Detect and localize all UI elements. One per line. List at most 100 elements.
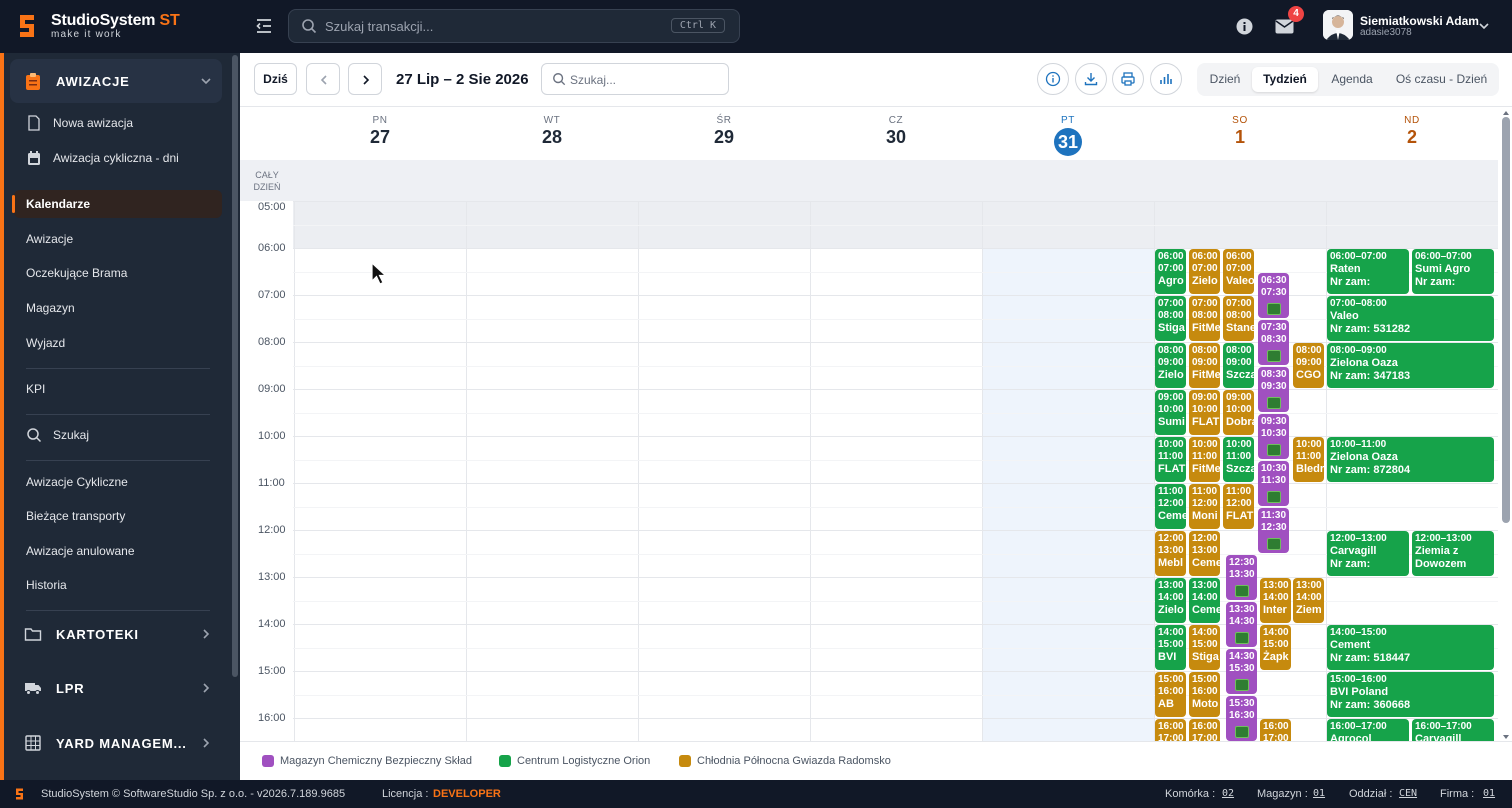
calendar-event[interactable]: 07:30 08:30 xyxy=(1258,319,1289,365)
calendar-event[interactable]: 14:00 15:00 BVI xyxy=(1155,625,1186,670)
time-grid[interactable]: 05:00 06:00 07:00 08:00 09:00 10:00 11:00 12:00… xyxy=(240,201,1498,741)
all-day-row[interactable]: CAŁY DZIEŃ xyxy=(240,160,1498,201)
info-icon[interactable] xyxy=(1236,18,1253,35)
calendar-event[interactable]: 16:00 17:00 xyxy=(1189,719,1220,741)
calendar-event[interactable]: 07:00 08:00 Stiga xyxy=(1155,296,1186,341)
calendar-event[interactable]: 12:30 13:30 xyxy=(1226,554,1257,600)
day-header-today[interactable]: PT 31 xyxy=(982,107,1154,160)
print-button[interactable] xyxy=(1112,63,1144,95)
calendar-event[interactable]: 13:30 14:30 xyxy=(1226,601,1257,647)
collapse-sidebar-icon[interactable] xyxy=(254,16,274,36)
calendar-event[interactable]: 10:00–11:00 Zielona Oaza Nr zam: 872804 xyxy=(1327,437,1494,482)
sidebar-scrollbar[interactable] xyxy=(232,55,238,677)
sidebar-item-szukaj[interactable]: Szukaj xyxy=(14,421,222,449)
calendar-event[interactable]: 15:00 16:00 AB xyxy=(1155,672,1186,717)
day-header[interactable]: ŚR 29 xyxy=(638,107,810,160)
calendar-event[interactable]: 11:30 12:30 xyxy=(1258,507,1289,553)
calendar-event[interactable]: 14:00 15:00 Żapk xyxy=(1260,625,1291,670)
sidebar-group-kartoteki[interactable]: KARTOTEKI xyxy=(10,612,222,656)
day-header[interactable]: CZ 30 xyxy=(810,107,982,160)
calendar-event[interactable]: 13:00 14:00 Ceme xyxy=(1189,578,1220,623)
chevron-down-icon[interactable] xyxy=(1478,20,1490,32)
sidebar-group-lpr[interactable]: LPR xyxy=(10,666,222,710)
calendar-event[interactable]: 09:00 10:00 FLAT xyxy=(1189,390,1220,435)
calendar-event[interactable]: 13:00 14:00 Ziem xyxy=(1293,578,1324,623)
cell-value[interactable]: 02 xyxy=(1222,788,1234,799)
view-day-tab[interactable]: Dzień xyxy=(1203,67,1247,92)
day-header[interactable]: WT 28 xyxy=(466,107,638,160)
calendar-event[interactable]: 08:00–09:00 Zielona Oaza Nr zam: 347183 xyxy=(1327,343,1494,388)
next-week-button[interactable] xyxy=(348,63,382,95)
calendar-event[interactable]: 10:00 11:00 FLAT xyxy=(1155,437,1186,482)
calendar-event[interactable]: 12:00–13:00 Ziemia z Dowozem xyxy=(1412,531,1494,576)
calendar-event[interactable]: 15:30 16:30 xyxy=(1226,695,1257,741)
calendar-event[interactable]: 16:00 17:00 xyxy=(1155,719,1186,741)
calendar-event[interactable]: 10:30 11:30 xyxy=(1258,460,1289,506)
view-agenda-tab[interactable]: Agenda xyxy=(1324,67,1380,92)
branch-value[interactable]: CEN xyxy=(1399,788,1417,799)
sidebar-item-awizacje-anulowane[interactable]: Awizacje anulowane xyxy=(14,537,222,565)
sidebar-item-oczekujace-brama[interactable]: Oczekujące Brama xyxy=(14,259,222,287)
avatar[interactable] xyxy=(1323,10,1353,40)
day-header[interactable]: SO 1 xyxy=(1154,107,1326,160)
calendar-search-input[interactable]: Szukaj... xyxy=(541,63,729,95)
warehouse-value[interactable]: 01 xyxy=(1313,788,1325,799)
global-search-input[interactable]: Szukaj transakcji... Ctrl K xyxy=(288,9,740,43)
user-name[interactable]: Siemiatkowski Adam xyxy=(1360,14,1479,28)
calendar-event[interactable]: 10:00 11:00 Bledr xyxy=(1293,437,1324,482)
calendar-event[interactable]: 14:00 15:00 Stiga xyxy=(1189,625,1220,670)
day-header[interactable]: PN 27 xyxy=(294,107,466,160)
calendar-event[interactable]: 12:00–13:00 Carvagill Nr zam: xyxy=(1327,531,1409,576)
calendar-event[interactable]: 07:00 08:00 FitMe xyxy=(1189,296,1220,341)
calendar-event[interactable]: 15:00–16:00 BVI Poland Nr zam: 360668 xyxy=(1327,672,1494,717)
calendar-event[interactable]: 16:00–17:00 Carvagill xyxy=(1412,719,1494,741)
calendar-event[interactable]: 10:00 11:00 FitMe xyxy=(1189,437,1220,482)
calendar-event[interactable]: 12:00 13:00 Mebl xyxy=(1155,531,1186,576)
calendar-scrollbar[interactable] xyxy=(1502,107,1510,743)
today-button[interactable]: Dziś xyxy=(254,63,297,95)
view-timeline-day-tab[interactable]: Oś czasu - Dzień xyxy=(1388,67,1495,92)
calendar-event[interactable]: 10:00 11:00 Szcza xyxy=(1223,437,1254,482)
sidebar-item-kpi[interactable]: KPI xyxy=(14,375,222,403)
calendar-event[interactable]: 09:0010:00Dobra xyxy=(1223,390,1254,435)
sidebar-item-wyjazd[interactable]: Wyjazd xyxy=(14,329,222,357)
calendar-event[interactable]: 11:00 12:00 FLAT xyxy=(1223,484,1254,529)
sidebar-item-historia[interactable]: Historia xyxy=(14,571,222,599)
scroll-up-icon[interactable] xyxy=(1502,109,1510,117)
calendar-event[interactable]: 13:00 14:00 Inter xyxy=(1260,578,1291,623)
company-value[interactable]: 01 xyxy=(1483,788,1495,799)
calendar-event[interactable]: 16:00–17:00 Agrocol xyxy=(1327,719,1409,741)
calendar-event[interactable]: 08:00 09:00 Szcza xyxy=(1223,343,1254,388)
sidebar-item-awizacje[interactable]: Awizacje xyxy=(14,225,222,253)
calendar-event[interactable]: 13:00 14:00 Zielo xyxy=(1155,578,1186,623)
calendar-event[interactable]: 07:00–08:00 Valeo Nr zam: 531282 xyxy=(1327,296,1494,341)
stats-button[interactable] xyxy=(1150,63,1182,95)
mail-icon[interactable] xyxy=(1275,19,1294,34)
calendar-event[interactable]: 06:00 07:00 Zielo xyxy=(1189,249,1220,294)
day-header[interactable]: ND 2 xyxy=(1326,107,1498,160)
studiosystem-logo-icon[interactable] xyxy=(16,12,38,40)
calendar-event[interactable]: 07:00 08:00 Stane xyxy=(1223,296,1254,341)
scroll-down-icon[interactable] xyxy=(1502,733,1510,741)
calendar-event[interactable]: 14:00–15:00 Cement Nr zam: 518447 xyxy=(1327,625,1494,670)
calendar-event[interactable]: 06:00–07:00 Sumi Agro Nr zam: xyxy=(1412,249,1494,294)
sidebar-item-nowa-awizacja[interactable]: Nowa awizacja xyxy=(14,109,222,137)
sidebar-item-awizacje-cykliczne[interactable]: Awizacje Cykliczne xyxy=(14,468,222,496)
calendar-event[interactable]: 08:00 09:00 Zielo xyxy=(1155,343,1186,388)
calendar-event[interactable]: 06:00–07:00 Raten Nr zam: xyxy=(1327,249,1409,294)
calendar-event[interactable]: 08:30 09:30 xyxy=(1258,366,1289,412)
calendar-event[interactable]: 15:00 16:00 Moto xyxy=(1189,672,1220,717)
calendar-event[interactable]: 08:00 09:00 CGO xyxy=(1293,343,1324,388)
calendar-event[interactable]: 11:00 12:00 Ceme xyxy=(1155,484,1186,529)
info-button[interactable] xyxy=(1037,63,1069,95)
prev-week-button[interactable] xyxy=(306,63,340,95)
sidebar-item-magazyn[interactable]: Magazyn xyxy=(14,294,222,322)
sidebar-item-kalendarze[interactable]: Kalendarze xyxy=(12,190,222,218)
calendar-event[interactable]: 09:30 10:30 xyxy=(1258,413,1289,459)
calendar-event[interactable]: 09:00 10:00 Sumi xyxy=(1155,390,1186,435)
sidebar-group-yard[interactable]: YARD MANAGEM... xyxy=(10,721,222,765)
view-week-tab[interactable]: Tydzień xyxy=(1252,67,1318,92)
calendar-event[interactable]: 06:30 07:30 xyxy=(1258,272,1289,318)
calendar-event[interactable]: 16:00 17:00 xyxy=(1260,719,1291,741)
scrollbar-thumb[interactable] xyxy=(1502,117,1510,523)
